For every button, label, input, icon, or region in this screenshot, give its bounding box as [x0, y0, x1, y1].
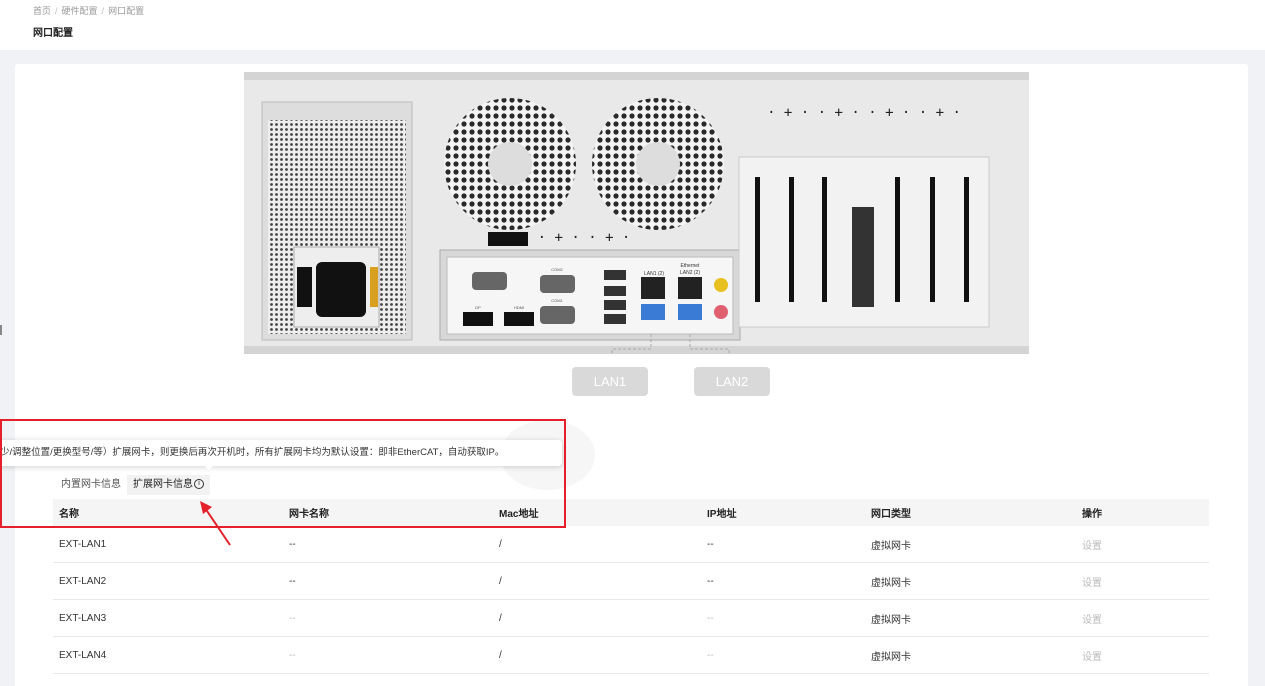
- cell-type: 虚拟网卡: [871, 540, 911, 552]
- cell-nic: --: [289, 538, 296, 550]
- lan1-label: LAN1: [572, 367, 648, 396]
- col-action: 操作: [1082, 509, 1102, 520]
- setting-button[interactable]: 设置: [1076, 526, 1209, 562]
- top-header: 首页 / 硬件配置 / 网口配置 网口配置: [0, 0, 1265, 50]
- cell-mac: /: [499, 575, 502, 587]
- table-row: EXT-LAN3 -- / -- 虚拟网卡 设置: [53, 600, 1209, 637]
- cell-mac: /: [499, 612, 502, 624]
- cell-ip: --: [707, 575, 714, 587]
- col-type: 网口类型: [871, 509, 911, 520]
- cell-name: EXT-LAN3: [59, 612, 107, 624]
- breadcrumb-home[interactable]: 首页: [33, 6, 51, 16]
- breadcrumb-separator: /: [101, 6, 105, 16]
- table-row: EXT-LAN4 -- / -- 虚拟网卡 设置: [53, 637, 1209, 674]
- svg-text:· + · · + · · + · · + ·: · + · · + · · + · · + ·: [767, 105, 961, 121]
- setting-button[interactable]: 设置: [1076, 563, 1209, 599]
- cell-type: 虚拟网卡: [871, 651, 911, 663]
- port-label-hdmi: HDMI: [514, 305, 524, 310]
- cell-nic: --: [289, 575, 296, 587]
- setting-button[interactable]: 设置: [1076, 600, 1209, 636]
- cell-ip: --: [707, 612, 714, 624]
- col-ip: IP地址: [707, 509, 737, 520]
- red-annotation-arrow: [200, 501, 231, 546]
- cell-mac: /: [499, 538, 502, 550]
- port-label-lan1: LAN1 (2): [644, 271, 664, 277]
- port-label-com1: COM1: [551, 298, 563, 303]
- device-rear-panel-image: LAN1 (2) Ethernet LAN2 (2) COM2 COM1 DP …: [244, 72, 1029, 354]
- port-label-dp: DP: [475, 305, 481, 310]
- cell-ip: --: [707, 649, 714, 661]
- left-edge-marker: [0, 325, 2, 335]
- cell-mac: /: [499, 649, 502, 661]
- cell-type: 虚拟网卡: [871, 614, 911, 626]
- cell-ip: --: [707, 538, 714, 550]
- page-title: 网口配置: [33, 28, 73, 39]
- cell-nic: --: [289, 612, 296, 624]
- breadcrumb-current: 网口配置: [108, 6, 145, 16]
- table-row: EXT-LAN2 -- / -- 虚拟网卡 设置: [53, 563, 1209, 600]
- red-highlight-box: [0, 419, 566, 528]
- setting-button[interactable]: 设置: [1076, 637, 1209, 673]
- port-label-ethernet: Ethernet: [681, 263, 701, 269]
- cell-name: EXT-LAN2: [59, 575, 107, 587]
- cell-name: EXT-LAN1: [59, 538, 107, 550]
- breadcrumb-separator: /: [55, 6, 58, 16]
- cell-name: EXT-LAN4: [59, 649, 107, 661]
- lan2-label: LAN2: [694, 367, 770, 396]
- port-label-lan2: LAN2 (2): [680, 270, 700, 276]
- cell-type: 虚拟网卡: [871, 577, 911, 589]
- svg-text:· + · · + ·: · + · · + ·: [538, 230, 631, 246]
- cell-nic: --: [289, 649, 296, 661]
- breadcrumb: 首页 / 硬件配置 / 网口配置: [33, 4, 144, 17]
- breadcrumb-hardware[interactable]: 硬件配置: [62, 6, 98, 16]
- port-label-com2: COM2: [551, 267, 563, 272]
